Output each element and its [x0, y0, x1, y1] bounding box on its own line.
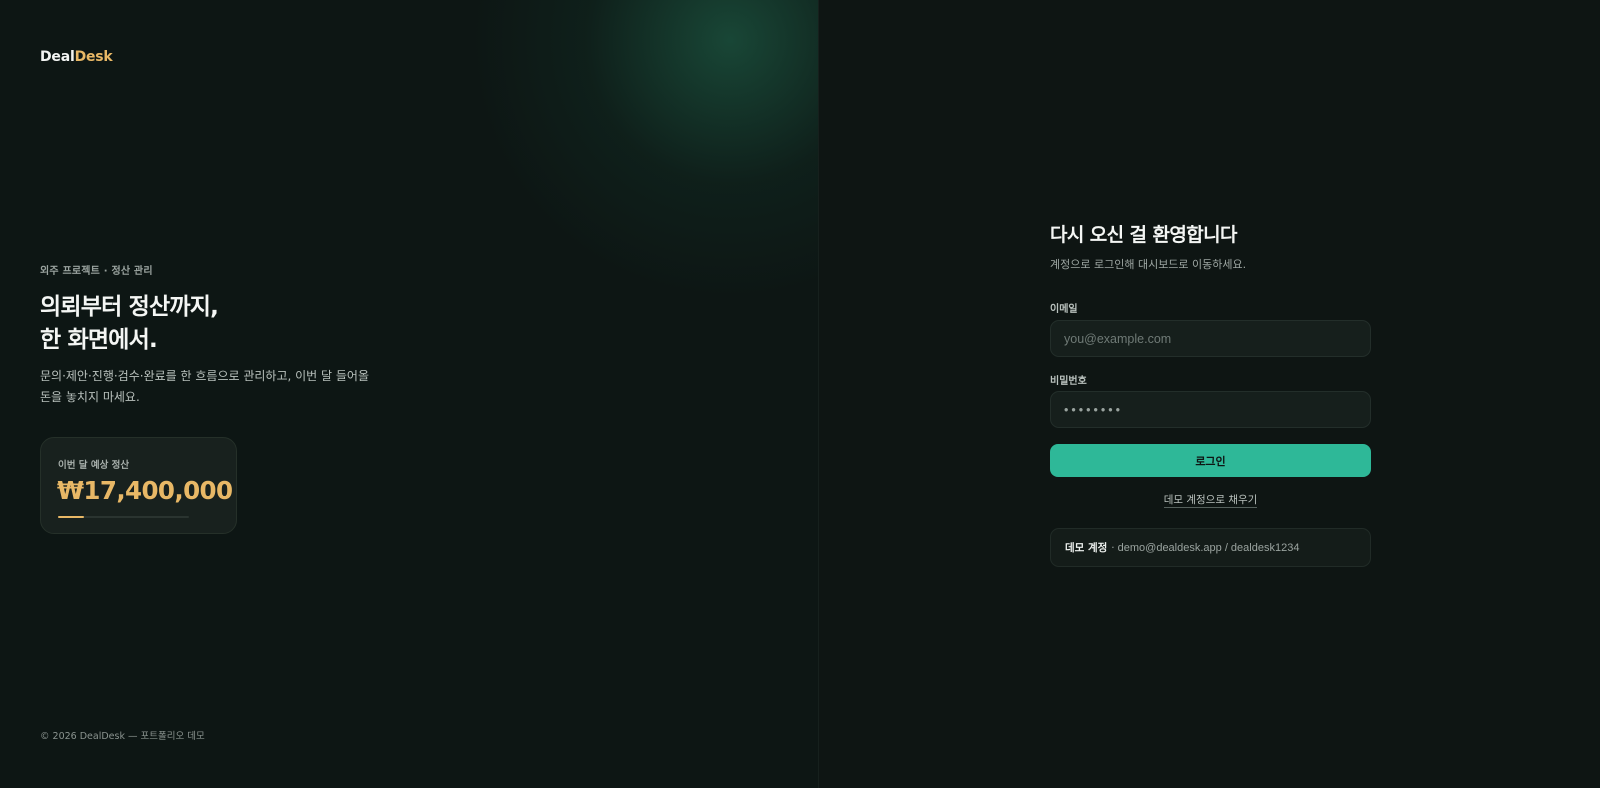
demo-account-label: 데모 계정: [1065, 542, 1108, 554]
hero-headline: 의뢰부터 정산까지, 한 화면에서.: [40, 291, 440, 357]
footer-copyright: © 2026 DealDesk — 포트폴리오 데모: [40, 731, 205, 742]
settlement-card-amount: ₩17,400,000: [57, 476, 233, 505]
settlement-card: 이번 달 예상 정산 ₩17,400,000: [40, 437, 237, 534]
hero-description: 문의·제안·진행·검수·완료를 한 흐름으로 관리하고, 이번 달 들어올 돈을…: [40, 366, 380, 408]
demo-account-separator: ·: [1111, 541, 1115, 554]
login-subtitle: 계정으로 로그인해 대시보드로 이동하세요.: [1050, 258, 1247, 271]
brand-logo[interactable]: DealDesk: [40, 49, 113, 65]
settlement-progress-track: [58, 516, 189, 518]
hero-panel: DealDesk 외주 프로젝트 · 정산 관리 의뢰부터 정산까지, 한 화면…: [0, 0, 819, 788]
brand-logo-part1: Deal: [40, 49, 75, 65]
email-label: 이메일: [1050, 304, 1078, 315]
login-title: 다시 오신 걸 환영합니다: [1050, 224, 1237, 246]
demo-fill-link-wrapper: 데모 계정으로 채우기: [1050, 492, 1371, 508]
password-label: 비밀번호: [1050, 376, 1087, 387]
settlement-card-label: 이번 달 예상 정산: [58, 460, 130, 471]
email-input[interactable]: [1050, 320, 1371, 357]
password-input[interactable]: [1050, 391, 1371, 428]
brand-logo-part2: Desk: [74, 49, 113, 65]
hero-headline-line1: 의뢰부터 정산까지,: [40, 294, 219, 320]
login-button[interactable]: 로그인: [1050, 444, 1371, 477]
hero-eyebrow: 외주 프로젝트 · 정산 관리: [40, 266, 153, 277]
demo-account-credentials: demo@dealdesk.app / dealdesk1234: [1117, 541, 1300, 554]
settlement-progress-fill: [58, 516, 85, 518]
demo-account-box: 데모 계정 · demo@dealdesk.app / dealdesk1234: [1050, 528, 1371, 567]
hero-headline-line2: 한 화면에서.: [40, 327, 158, 353]
demo-fill-link[interactable]: 데모 계정으로 채우기: [1163, 494, 1258, 508]
hero-description-line2: 돈을 놓치지 마세요.: [40, 390, 140, 404]
hero-description-line1: 문의·제안·진행·검수·완료를 한 흐름으로 관리하고, 이번 달 들어올: [40, 369, 370, 383]
